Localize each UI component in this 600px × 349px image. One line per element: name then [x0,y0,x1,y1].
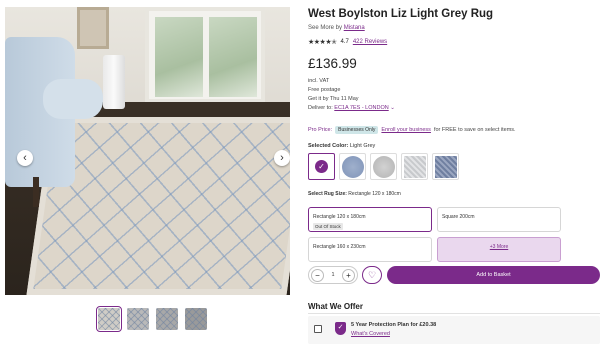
deliver-to: Deliver to: EC1A 7ES - LONDON ⌄ [308,105,395,111]
rating: ★★★★✭ 4.7 422 Reviews [308,38,387,46]
armchair-leg [33,177,39,207]
deliver-to-label: Deliver to: [308,105,333,111]
see-more-label: See More by [308,25,343,31]
out-of-stock-badge: Out Of Stock [313,223,343,230]
see-more: See More by Mistana [308,25,365,31]
protection-plan-offer: ✓ 5 Year Protection Plan for £20.38 What… [308,316,600,344]
color-swatches: ✓ [308,153,459,180]
whats-covered-link[interactable]: What's Covered [351,331,390,337]
pro-price: Pro Price: Businesses Only Enroll your b… [308,126,516,134]
check-icon: ✓ [315,160,328,173]
quantity-value[interactable]: 1 [331,272,334,278]
size-option-label: Rectangle 120 x 180cm [313,214,366,220]
thumbnail-strip [96,306,207,332]
brand-link[interactable]: Mistana [344,25,365,31]
selected-color-value: Light Grey [349,143,376,149]
size-option-160x230[interactable]: Rectangle 160 x 230cm [308,237,432,262]
what-we-offer-heading: What We Offer [308,302,363,311]
thumbnail-1[interactable] [96,306,122,332]
room-scene [5,7,290,295]
thumbnail-3[interactable] [156,308,178,330]
shield-icon: ✓ [335,322,346,335]
selected-color: Selected Color: Light Grey [308,143,375,149]
decrease-quantity-button[interactable]: − [311,268,324,282]
protection-plan-checkbox[interactable] [314,325,322,333]
price: £136.99 [308,56,357,71]
swatch-light-grey[interactable]: ✓ [308,153,335,180]
wall-frame [77,7,109,49]
rug-size-heading: Select Rug Size: [308,191,347,197]
pro-price-label: Pro Price: [308,127,333,133]
size-option-label: Square 200cm [442,214,475,220]
delivery-date: Get it by Thu 11 May [308,96,359,102]
protection-plan-label: 5 Year Protection Plan for £20.38 [351,322,437,328]
size-option-120x180[interactable]: Rectangle 120 x 180cm Out Of Stock [308,207,432,232]
swatch-navy[interactable] [432,153,459,180]
postage-note: Free postage [308,87,341,93]
reviews-link[interactable]: 422 Reviews [353,39,387,45]
rating-value: 4.7 [340,39,349,45]
more-sizes-label: +3 More [489,244,509,250]
divider [308,313,600,314]
star-icons: ★★★★✭ [308,39,337,46]
armchair-arm [43,79,103,119]
size-option-label: Rectangle 160 x 230cm [313,244,366,250]
heart-icon[interactable]: ♡ [362,266,382,284]
more-sizes-button[interactable]: +3 More [437,237,561,262]
add-to-basket-button[interactable]: Add to Basket [387,266,600,284]
swatch-blue[interactable] [339,153,366,180]
rug-size-label: Select Rug Size: Rectangle 120 x 180cm [308,191,401,197]
deliver-to-location[interactable]: EC1A 7ES - LONDON [334,105,388,111]
swatch-grey[interactable] [370,153,397,180]
thumbnail-4[interactable] [185,308,207,330]
next-image-button[interactable]: › [274,150,290,166]
product-image: ‹ › [5,7,290,295]
chevron-down-icon[interactable]: ⌄ [390,105,395,111]
glass-door [145,7,265,103]
size-option-square-200[interactable]: Square 200cm [437,207,561,232]
rug-size-value: Rectangle 120 x 180cm [348,191,401,197]
increase-quantity-button[interactable]: + [342,268,355,282]
enroll-business-link[interactable]: Enroll your business [381,127,431,133]
vat-note: incl. VAT [308,78,330,84]
product-title: West Boylston Liz Light Grey Rug [308,8,494,20]
quantity-stepper: − 1 + [308,266,358,284]
businesses-only-badge: Businesses Only [335,126,379,134]
selected-color-label: Selected Color: [308,143,349,149]
swatch-silver[interactable] [401,153,428,180]
thumbnail-2[interactable] [127,308,149,330]
previous-image-button[interactable]: ‹ [17,150,33,166]
pro-price-suffix: for FREE to save on select items. [433,127,516,133]
lamp [103,55,125,109]
